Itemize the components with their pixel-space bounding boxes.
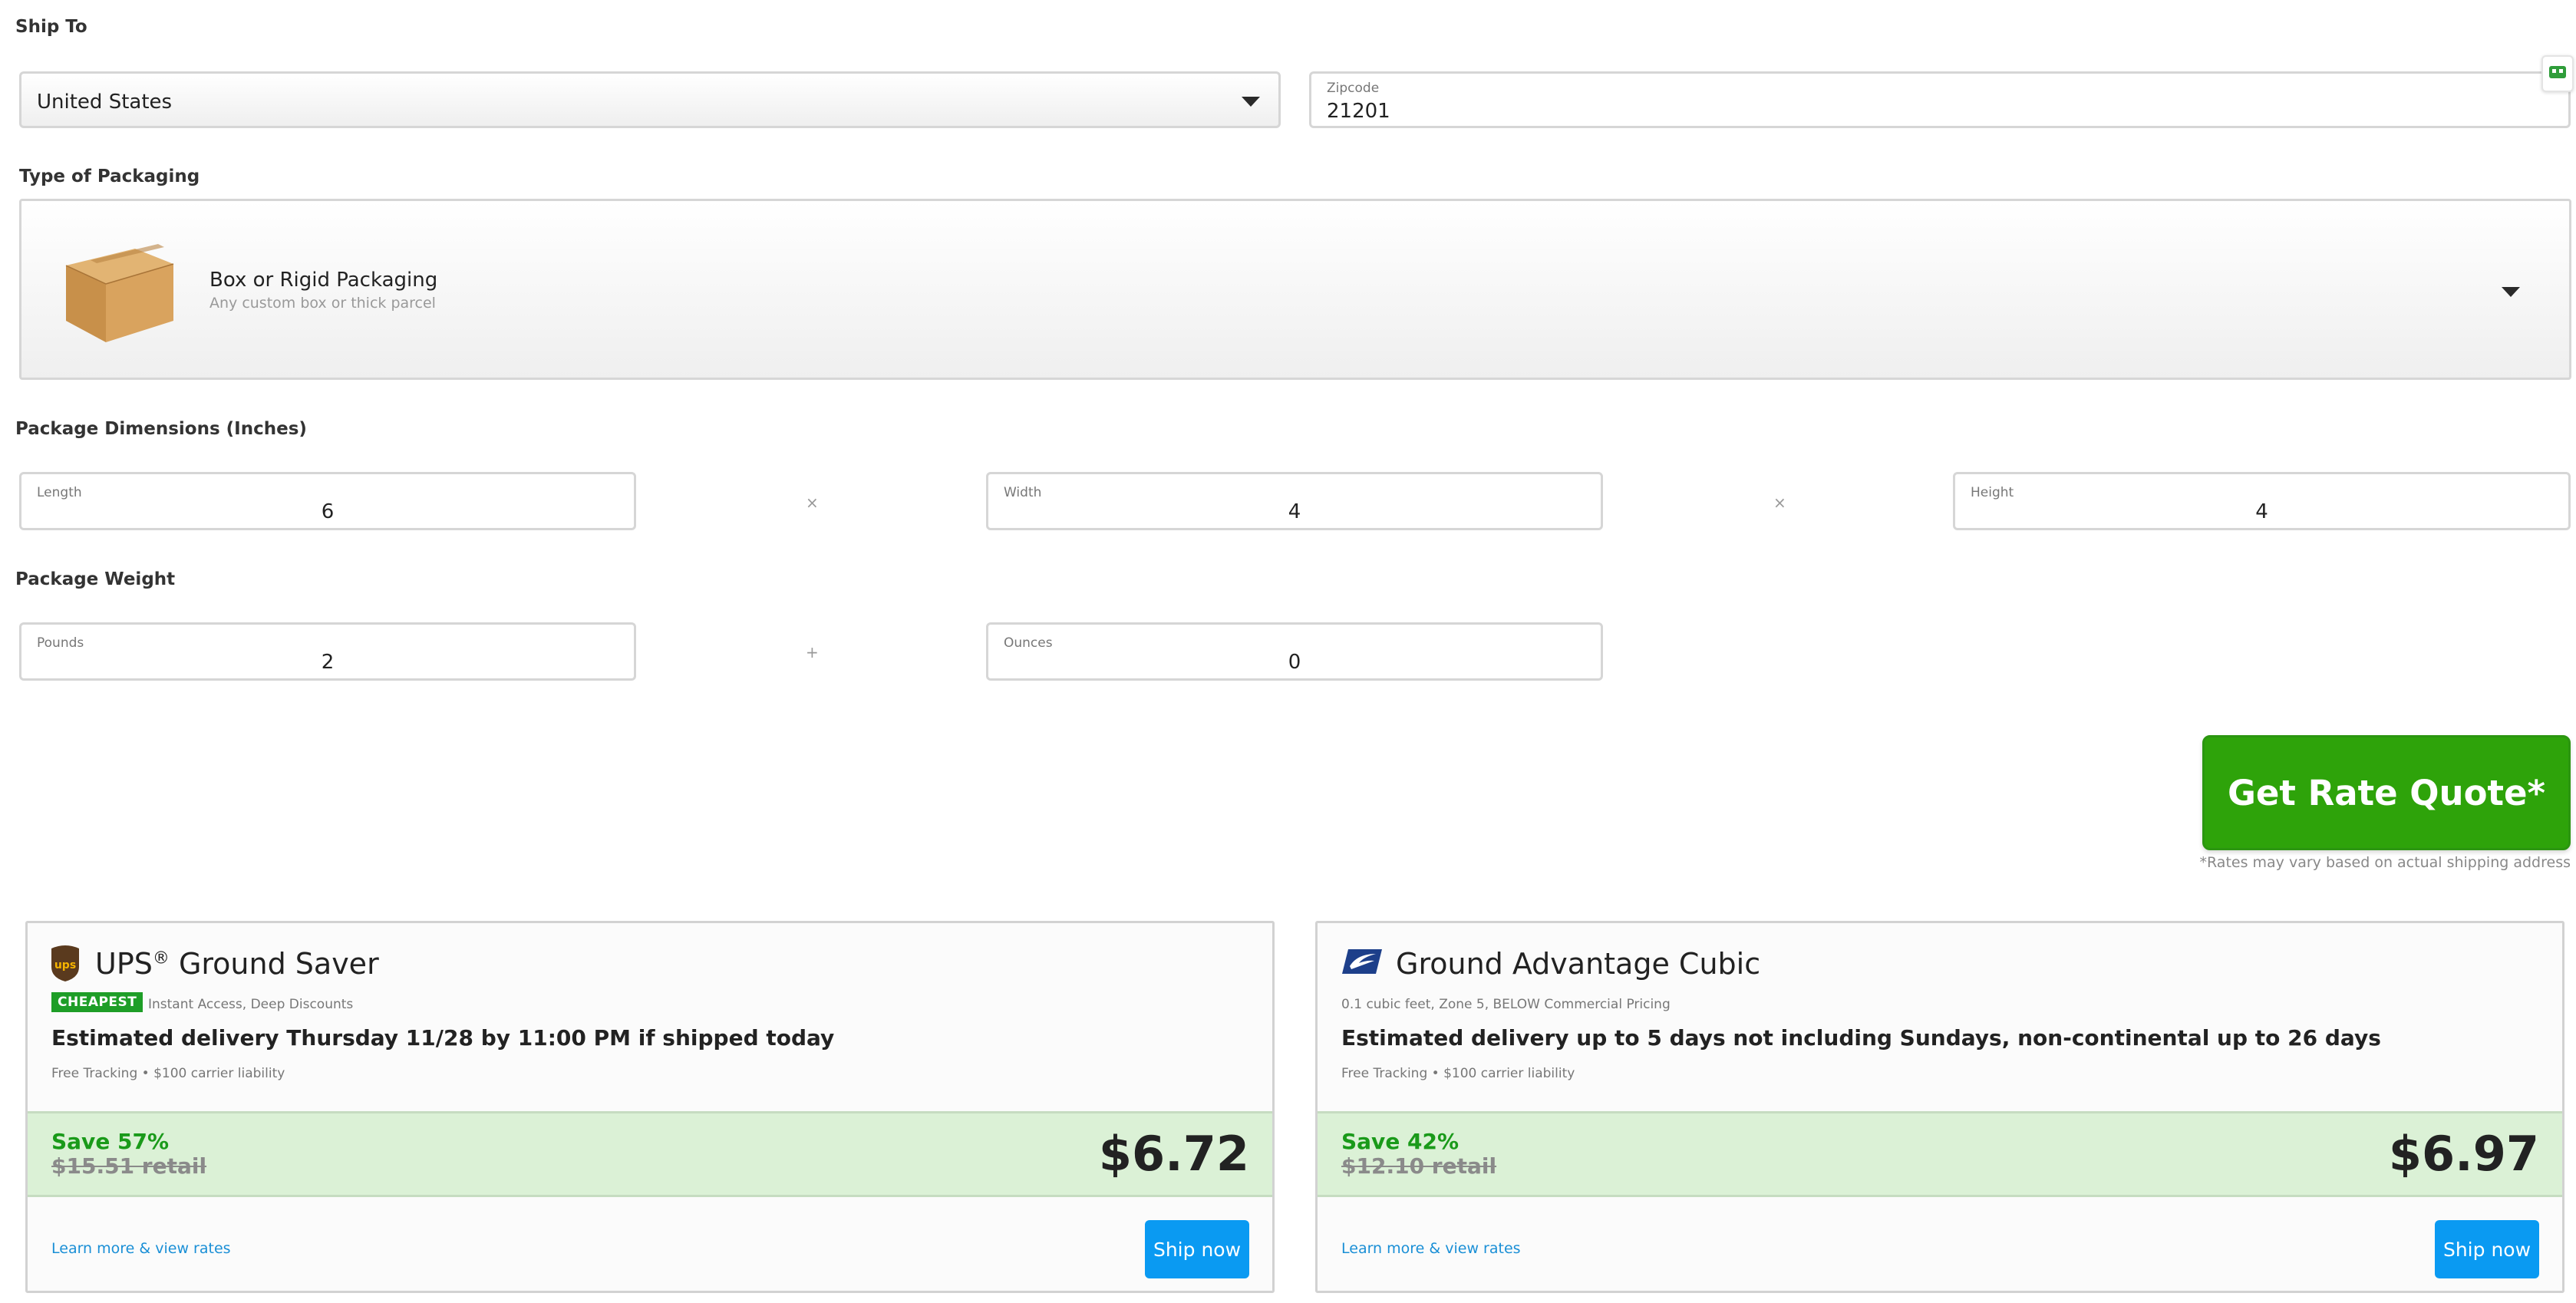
- rate-features: Free Tracking • $100 carrier liability: [51, 1066, 285, 1081]
- times-separator: ×: [1773, 493, 1786, 512]
- ups-logo-icon: ups: [51, 945, 79, 981]
- height-label: Height: [1971, 485, 2014, 500]
- rate-price: $6.72: [1098, 1126, 1249, 1182]
- rate-card-usps: Ground Advantage Cubic 0.1 cubic feet, Z…: [1315, 921, 2564, 1293]
- box-package-icon: [65, 244, 174, 342]
- ounces-value: 0: [1288, 651, 1301, 674]
- width-value: 4: [1288, 500, 1301, 523]
- packaging-title: Box or Rigid Packaging: [209, 269, 438, 292]
- width-field[interactable]: Width 4: [986, 472, 1603, 530]
- rate-title: UPS® Ground Saver: [95, 947, 379, 981]
- chevron-down-icon: [2502, 287, 2520, 297]
- zipcode-value: 21201: [1327, 100, 1390, 123]
- country-value: United States: [37, 91, 173, 114]
- rate-card-ups: ups UPS® Ground Saver CHEAPEST Instant A…: [25, 921, 1275, 1293]
- get-rate-quote-button[interactable]: Get Rate Quote*: [2202, 735, 2571, 850]
- rates-disclaimer: *Rates may vary based on actual shipping…: [2199, 854, 2571, 871]
- retail-price: $12.10 retail: [1341, 1153, 1497, 1179]
- price-band: Save 57% $15.51 retail $6.72: [28, 1111, 1272, 1197]
- ounces-field[interactable]: Ounces 0: [986, 622, 1603, 681]
- ship-to-label: Ship To: [15, 17, 87, 37]
- ounces-label: Ounces: [1004, 635, 1053, 651]
- rate-note: Instant Access, Deep Discounts: [148, 997, 354, 1012]
- rate-title: Ground Advantage Cubic: [1396, 947, 1761, 981]
- rate-features: Free Tracking • $100 carrier liability: [1341, 1066, 1575, 1081]
- delivery-estimate: Estimated delivery Thursday 11/28 by 11:…: [51, 1025, 835, 1051]
- chevron-down-icon: [1242, 97, 1260, 107]
- learn-more-link[interactable]: Learn more & view rates: [1341, 1240, 1521, 1257]
- times-separator: ×: [806, 493, 819, 512]
- zipcode-field[interactable]: Zipcode 21201: [1309, 71, 2571, 128]
- zipcode-label: Zipcode: [1327, 81, 1380, 96]
- save-percent: Save 42%: [1341, 1129, 1460, 1154]
- length-field[interactable]: Length 6: [19, 472, 636, 530]
- ship-now-button[interactable]: Ship now: [1145, 1220, 1249, 1278]
- retail-price: $15.51 retail: [51, 1153, 207, 1179]
- packaging-select[interactable]: Box or Rigid Packaging Any custom box or…: [19, 199, 2571, 380]
- extension-icon[interactable]: [2541, 55, 2574, 92]
- rate-price: $6.97: [2388, 1126, 2539, 1182]
- country-select[interactable]: United States: [19, 71, 1281, 128]
- save-percent: Save 57%: [51, 1129, 170, 1154]
- usps-eagle-icon: [1342, 949, 1382, 974]
- pounds-field[interactable]: Pounds 2: [19, 622, 636, 681]
- ship-now-button[interactable]: Ship now: [2435, 1220, 2539, 1278]
- price-band: Save 42% $12.10 retail $6.97: [1318, 1111, 2562, 1197]
- rate-note: 0.1 cubic feet, Zone 5, BELOW Commercial…: [1341, 997, 1671, 1012]
- height-value: 4: [2255, 500, 2268, 523]
- packaging-subtitle: Any custom box or thick parcel: [209, 295, 436, 312]
- width-label: Width: [1004, 485, 1042, 500]
- height-field[interactable]: Height 4: [1953, 472, 2571, 530]
- learn-more-link[interactable]: Learn more & view rates: [51, 1240, 231, 1257]
- pounds-label: Pounds: [37, 635, 84, 651]
- length-label: Length: [37, 485, 82, 500]
- packaging-label: Type of Packaging: [19, 167, 200, 186]
- cheapest-badge: CHEAPEST: [51, 992, 143, 1012]
- weight-label: Package Weight: [15, 569, 176, 589]
- length-value: 6: [321, 500, 335, 523]
- delivery-estimate: Estimated delivery up to 5 days not incl…: [1341, 1025, 2381, 1051]
- pounds-value: 2: [321, 651, 335, 674]
- svg-text:ups: ups: [54, 959, 76, 971]
- plus-separator: +: [806, 643, 819, 661]
- dimensions-label: Package Dimensions (Inches): [15, 419, 307, 439]
